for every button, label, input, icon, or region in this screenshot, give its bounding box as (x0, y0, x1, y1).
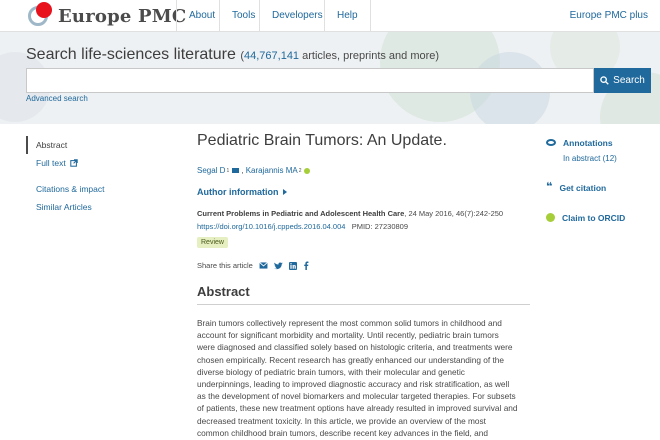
search-title: Search life-sciences literature (44,767,… (26, 46, 439, 64)
email-share-icon[interactable] (259, 262, 268, 269)
publication-type-badge: Review (197, 237, 228, 248)
search-button[interactable]: Search (594, 68, 651, 93)
mail-icon[interactable] (232, 168, 240, 173)
article-count-number[interactable]: 44,767,141 (244, 50, 299, 62)
share-bar: Share this article (197, 261, 533, 270)
abstract-text: Brain tumors collectively represent the … (197, 318, 518, 438)
twitter-icon[interactable] (273, 261, 283, 270)
search-input[interactable] (26, 68, 594, 93)
article-count: (44,767,141 articles, preprints and more… (240, 50, 439, 62)
author-information-label: Author information (197, 187, 279, 197)
author-link[interactable]: Segal D (197, 166, 225, 175)
europe-pmc-logo-icon[interactable] (28, 2, 54, 28)
annotations-in-abstract-link[interactable]: In abstract (12) (563, 154, 656, 163)
logo-dot (36, 2, 52, 18)
facebook-icon[interactable] (303, 261, 309, 270)
annotations-link[interactable]: Annotations (546, 138, 656, 148)
advanced-search-link[interactable]: Advanced search (26, 94, 88, 103)
sidebar-item-citations[interactable]: Citations & impact (26, 180, 136, 198)
author-information-toggle[interactable]: Author information (197, 187, 533, 197)
publication-date-volume: , 24 May 2016, 46(7):242-250 (404, 209, 504, 218)
count-text: articles, preprints and more) (299, 50, 440, 62)
search-icon (600, 76, 609, 85)
author-affiliation-number: 2 (298, 167, 302, 174)
citation-line: Current Problems in Pediatric and Adoles… (197, 209, 533, 218)
journal-name: Current Problems in Pediatric and Adoles… (197, 209, 405, 218)
share-label: Share this article (197, 261, 253, 270)
annotations-label: Annotations (563, 138, 613, 148)
caret-right-icon (282, 189, 287, 195)
claim-to-orcid-label: Claim to ORCID (562, 213, 626, 223)
external-link-icon (70, 159, 78, 167)
linkedin-icon[interactable] (288, 261, 297, 270)
top-navigation: Europe PMC About Tools Developers Help E… (0, 0, 660, 32)
article-title: Pediatric Brain Tumors: An Update. (197, 132, 447, 149)
sidebar-item-full-text[interactable]: Full text (26, 154, 136, 172)
article-main: Pediatric Brain Tumors: An Update. Segal… (197, 132, 533, 439)
doi-link[interactable]: https://doi.org/10.1016/j.cppeds.2016.04… (197, 222, 345, 231)
abstract-heading: Abstract (197, 284, 530, 305)
claim-to-orcid-link[interactable]: Claim to ORCID (546, 213, 656, 223)
orcid-icon (546, 213, 555, 222)
search-title-text: Search life-sciences literature (26, 46, 236, 63)
identifiers-line: https://doi.org/10.1016/j.cppeds.2016.04… (197, 222, 533, 231)
left-sidebar: Abstract Full text Citations & impact Si… (26, 136, 136, 216)
get-citation-link[interactable]: ❝ Get citation (546, 181, 656, 194)
author-link[interactable]: Karajannis MA (246, 166, 298, 175)
sidebar-item-similar-articles[interactable]: Similar Articles (26, 198, 136, 216)
nav-europe-pmc-plus[interactable]: Europe PMC plus (570, 0, 648, 32)
eye-icon (546, 139, 556, 146)
author-list: Segal D 1 , Karajannis MA 2 (197, 166, 533, 175)
orcid-icon[interactable] (303, 167, 310, 174)
get-citation-label: Get citation (559, 183, 607, 193)
quote-icon: ❝ (546, 181, 553, 193)
search-button-label: Search (613, 75, 645, 86)
right-sidebar: Annotations In abstract (12) ❝ Get citat… (546, 138, 656, 223)
author-affiliation-number: 1 (226, 167, 230, 174)
full-text-label: Full text (36, 158, 66, 168)
pmid: PMID: 27230809 (351, 222, 409, 231)
nav-help[interactable]: Help (324, 0, 371, 32)
logo-text[interactable]: Europe PMC (58, 6, 186, 27)
search-section: Search life-sciences literature (44,767,… (0, 32, 660, 124)
sidebar-item-abstract[interactable]: Abstract (26, 136, 136, 154)
